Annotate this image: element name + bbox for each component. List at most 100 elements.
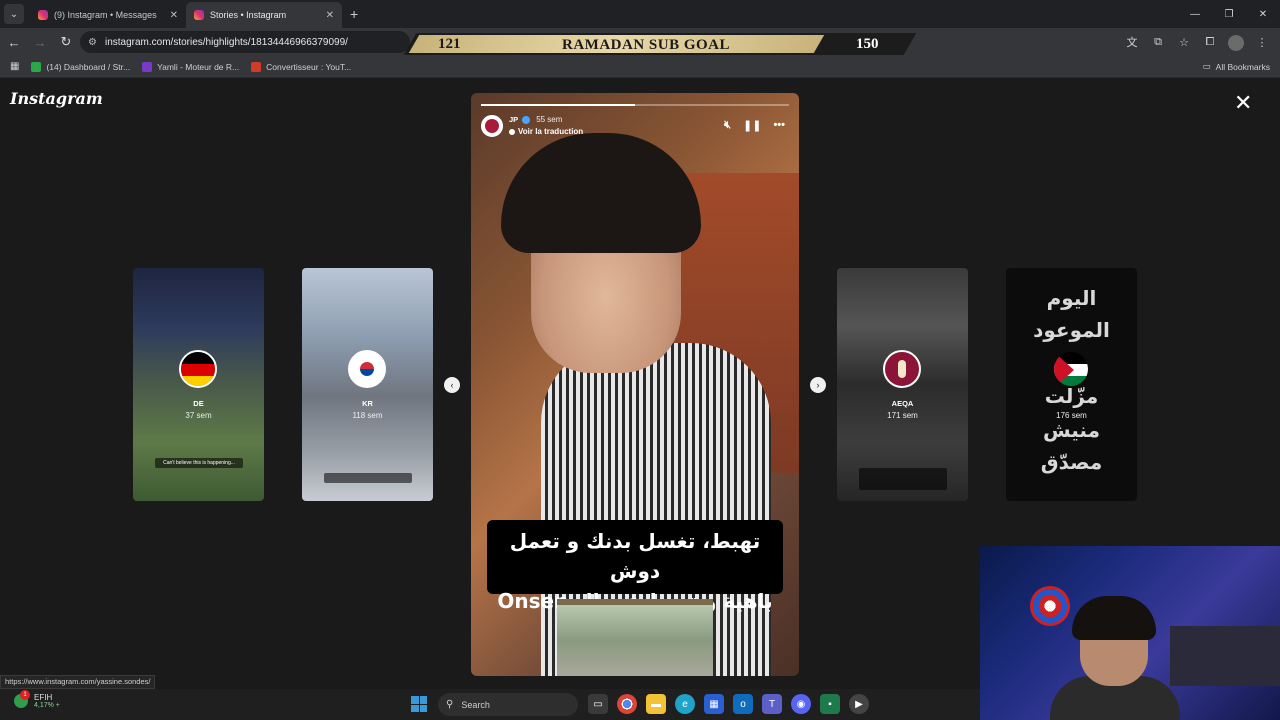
story-header: JP 55 sem Voir la traduction — [481, 115, 583, 137]
onsen-photo — [557, 599, 713, 676]
story-author-avatar[interactable] — [481, 115, 503, 137]
site-info-icon[interactable]: ⚙ — [88, 37, 97, 48]
tab-instagram-messages[interactable]: (9) Instagram • Messages ✕ — [30, 2, 186, 28]
story-age: 171 sem — [887, 411, 918, 420]
story-username: AEQA — [891, 399, 914, 408]
bookmark-label: Convertisseur : YouT... — [266, 61, 352, 72]
link-preview-status: https://www.instagram.com/yassine.sondes… — [0, 675, 156, 689]
story-card-de[interactable]: DE 37 sem Can't believe this is happenin… — [133, 268, 264, 501]
shelf — [1170, 626, 1280, 686]
current-story[interactable]: JP 55 sem Voir la traduction 🔇︎ ❚❚ ••• ت… — [471, 93, 799, 676]
translate-icon[interactable]: 文 — [1122, 32, 1142, 52]
story-text-line: اليوم — [1046, 286, 1097, 310]
story-card-kr[interactable]: KR 118 sem — [302, 268, 433, 501]
tab-stories-instagram[interactable]: Stories • Instagram ✕ — [186, 2, 342, 28]
story-text-line: مزّلت — [1044, 384, 1099, 408]
instagram-logo[interactable]: Instagram — [10, 89, 103, 108]
windows-taskbar: 1 EFIH 4,17% + ⚲ Search ▭ ▬ e ▦ o T ◉ ▪ … — [0, 689, 980, 720]
bookmarks-bar: ▦ (14) Dashboard / Str... Yamli - Moteur… — [0, 56, 1280, 78]
previous-story-button[interactable]: ‹ — [444, 377, 460, 393]
teams-icon[interactable]: T — [762, 694, 782, 714]
store-icon[interactable]: ▦ — [704, 694, 724, 714]
tab-title: Stories • Instagram — [210, 10, 287, 20]
extensions-icon[interactable]: ⧠ — [1200, 32, 1220, 52]
file-explorer-icon[interactable]: ▬ — [646, 694, 666, 714]
story-username: DE — [193, 399, 204, 408]
tab-title: (9) Instagram • Messages — [54, 10, 157, 20]
address-bar[interactable]: ⚙ instagram.com/stories/highlights/18134… — [80, 31, 410, 53]
reload-button[interactable]: ↻ — [54, 30, 78, 54]
minimize-icon[interactable]: — — [1178, 0, 1212, 28]
bookmark-label: Yamli - Moteur de R... — [157, 61, 240, 72]
sub-goal-title: RAMADAN SUB GOAL — [562, 37, 731, 53]
new-tab-button[interactable]: + — [350, 6, 358, 22]
bookmark-convertisseur[interactable]: Convertisseur : YouT... — [251, 61, 352, 72]
media-player-icon[interactable]: ▶ — [849, 694, 869, 714]
taskbar-apps: ▭ ▬ e ▦ o T ◉ ▪ ▶ — [588, 694, 869, 714]
story-card-jordan[interactable]: اليوم الموعود مزّلت 176 sem منيش مصدّق — [1006, 268, 1137, 501]
start-button[interactable] — [411, 696, 427, 712]
widget-title: EFIH — [34, 693, 53, 702]
url-text: instagram.com/stories/highlights/1813444… — [104, 36, 348, 48]
apps-grid-icon[interactable]: ▦ — [10, 61, 19, 72]
taskbar-search[interactable]: ⚲ Search — [438, 693, 578, 716]
story-controls: 🔇︎ ❚❚ ••• — [724, 119, 785, 132]
story-text-overlay: تهبط، تغسل بدنك و تعمل دوش باهية و تهبط … — [487, 520, 783, 643]
more-options-icon[interactable]: ••• — [773, 119, 785, 132]
search-label: Search — [461, 699, 490, 710]
back-button[interactable]: ← — [2, 30, 26, 54]
all-bookmarks-button[interactable]: ▭ All Bookmarks — [1203, 61, 1270, 72]
tab-search-button[interactable]: ⌄ — [4, 4, 24, 24]
story-author-name[interactable]: JP — [509, 115, 518, 124]
bookmark-dashboard[interactable]: (14) Dashboard / Str... — [31, 61, 130, 72]
next-story-button[interactable]: › — [810, 377, 826, 393]
folder-icon: ▭ — [1202, 61, 1211, 71]
bookmark-star-icon[interactable]: ☆ — [1174, 32, 1194, 52]
task-view-icon[interactable]: ▭ — [588, 694, 608, 714]
forward-button[interactable]: → — [28, 30, 52, 54]
instagram-favicon-icon — [38, 10, 48, 20]
menu-icon[interactable]: ⋮ — [1252, 32, 1272, 52]
mute-icon[interactable]: 🔇︎ — [724, 119, 731, 132]
outlook-icon[interactable]: o — [733, 694, 753, 714]
profile-avatar[interactable] — [1226, 32, 1246, 52]
germany-flag-avatar — [179, 350, 217, 388]
toolbar-actions: 文 ⧉ ☆ ⧠ ⋮ — [1122, 32, 1272, 52]
edge-icon[interactable]: e — [675, 694, 695, 714]
chrome-icon[interactable] — [617, 694, 637, 714]
search-icon: ⚲ — [446, 699, 454, 710]
verified-badge-icon — [522, 115, 531, 124]
cast-icon[interactable]: ⧉ — [1148, 32, 1168, 52]
story-age: 118 sem — [352, 411, 383, 420]
story-age: 55 sem — [536, 115, 563, 124]
tab-close-icon[interactable]: ✕ — [170, 10, 178, 21]
widgets-button[interactable]: 1 EFIH 4,17% + — [14, 690, 60, 709]
captain-america-shield — [1030, 586, 1070, 626]
sub-goal-target: 150 — [856, 36, 879, 52]
story-card-aeqa[interactable]: AEQA 171 sem — [837, 268, 968, 501]
story-caption-line-1: تهبط، تغسل بدنك و تعمل دوش — [509, 529, 761, 583]
story-username: KR — [362, 399, 373, 408]
korea-flag-avatar — [348, 350, 386, 388]
tab-close-icon[interactable]: ✕ — [326, 10, 334, 21]
webcam-overlay — [980, 546, 1280, 720]
jordan-flag-avatar — [1052, 350, 1090, 388]
world-cup-avatar — [883, 350, 921, 388]
window-controls: — ❐ ✕ — [1178, 0, 1280, 28]
close-window-icon[interactable]: ✕ — [1246, 0, 1280, 28]
story-progress-bar — [481, 104, 789, 106]
discord-icon[interactable]: ◉ — [791, 694, 811, 714]
app-icon[interactable]: ▪ — [820, 694, 840, 714]
story-age: 37 sem — [185, 411, 212, 420]
story-text-line: مصدّق — [1040, 450, 1103, 474]
see-translation-link[interactable]: Voir la traduction — [518, 127, 583, 136]
yamli-icon — [142, 61, 153, 72]
notification-badge: 1 — [20, 690, 30, 700]
pause-icon[interactable]: ❚❚ — [743, 119, 761, 132]
close-viewer-icon[interactable]: ✕ — [1234, 92, 1252, 114]
convertisseur-icon — [251, 61, 262, 72]
widget-subtitle: 4,17% + — [34, 702, 60, 709]
bookmark-yamli[interactable]: Yamli - Moteur de R... — [142, 61, 240, 72]
restore-icon[interactable]: ❐ — [1212, 0, 1246, 28]
story-caption-strip — [859, 468, 947, 490]
